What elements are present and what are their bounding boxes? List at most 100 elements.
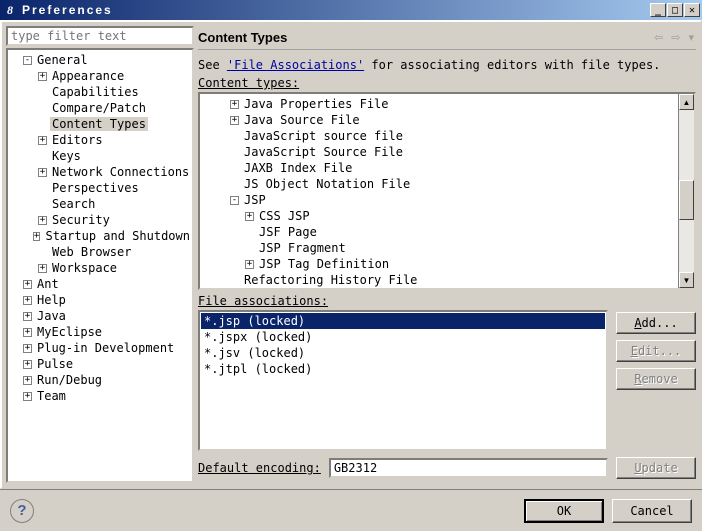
ok-button[interactable]: OK (524, 499, 604, 523)
tree-expander-icon[interactable]: + (23, 328, 32, 337)
tree-expander-icon[interactable]: + (38, 72, 47, 81)
tree-item[interactable]: Perspectives (8, 180, 192, 196)
tree-item[interactable]: +Run/Debug (8, 372, 192, 388)
tree-expander-icon[interactable]: + (23, 280, 32, 289)
content-types-tree[interactable]: +Java Properties File+Java Source FileJa… (198, 92, 696, 290)
desc-suffix: for associating editors with file types. (364, 58, 660, 72)
tree-expander-icon[interactable]: + (23, 360, 32, 369)
tree-item[interactable]: +Ant (8, 276, 192, 292)
tree-item[interactable]: +Security (8, 212, 192, 228)
tree-item[interactable]: JS Object Notation File (200, 176, 678, 192)
tree-item-label: JS Object Notation File (242, 177, 412, 191)
tree-expander-icon[interactable]: + (245, 260, 254, 269)
tree-item-label: JSP (242, 193, 268, 207)
help-icon[interactable]: ? (10, 499, 34, 523)
tree-item[interactable]: Capabilities (8, 84, 192, 100)
tree-item[interactable]: -JSP (200, 192, 678, 208)
tree-item[interactable]: +Appearance (8, 68, 192, 84)
tree-expander-icon[interactable]: + (23, 296, 32, 305)
tree-item[interactable]: +Workspace (8, 260, 192, 276)
cancel-button[interactable]: Cancel (612, 499, 692, 523)
scroll-track[interactable] (679, 110, 694, 272)
bottom-bar: ? OK Cancel (0, 489, 702, 531)
tree-item[interactable]: +JSP Tag Definition (200, 256, 678, 272)
scroll-up-icon[interactable]: ▲ (679, 94, 694, 110)
tree-item-label: Refactoring History File (242, 273, 419, 287)
preferences-tree[interactable]: -General+AppearanceCapabilitiesCompare/P… (6, 48, 194, 483)
tree-item-label: JSF Page (257, 225, 319, 239)
remove-button: Remove (616, 368, 696, 390)
tree-item[interactable]: JSF Page (200, 224, 678, 240)
tree-item[interactable]: JavaScript Source File (200, 144, 678, 160)
dropdown-icon[interactable]: ▾ (686, 29, 696, 46)
tree-item[interactable]: +Startup and Shutdown (8, 228, 192, 244)
tree-expander-icon[interactable]: + (23, 312, 32, 321)
file-association-item[interactable]: *.jsp (locked) (201, 313, 605, 329)
tree-item[interactable]: JSP Fragment (200, 240, 678, 256)
tree-item[interactable]: +Pulse (8, 356, 192, 372)
tree-item[interactable]: +Network Connections (8, 164, 192, 180)
add-button[interactable]: Add... (616, 312, 696, 334)
scroll-thumb[interactable] (679, 180, 694, 220)
tree-item[interactable]: +MyEclipse (8, 324, 192, 340)
tree-item-label: JSP Fragment (257, 241, 348, 255)
main-area: -General+AppearanceCapabilitiesCompare/P… (0, 20, 702, 489)
tree-item[interactable]: +Editors (8, 132, 192, 148)
file-associations-section: *.jsp (locked)*.jspx (locked)*.jsv (lock… (198, 310, 696, 451)
forward-icon[interactable]: ⇨ (669, 29, 682, 46)
minimize-button[interactable]: _ (650, 3, 666, 17)
tree-item[interactable]: +CSS JSP (200, 208, 678, 224)
file-associations-link[interactable]: 'File Associations' (227, 58, 364, 72)
close-button[interactable]: ✕ (684, 3, 700, 17)
tree-expander-icon[interactable]: + (23, 376, 32, 385)
tree-item[interactable]: Content Types (8, 116, 192, 132)
tree-item-label: Web Browser (50, 245, 133, 259)
file-association-item[interactable]: *.jspx (locked) (201, 329, 605, 345)
tree-item[interactable]: +Java Properties File (200, 96, 678, 112)
description-line: See 'File Associations' for associating … (198, 58, 696, 72)
tree-item-label: JavaScript Source File (242, 145, 405, 159)
tree-item-label: Java Source File (242, 113, 362, 127)
tree-item[interactable]: +Help (8, 292, 192, 308)
file-associations-list[interactable]: *.jsp (locked)*.jspx (locked)*.jsv (lock… (198, 310, 608, 451)
tree-expander-icon[interactable]: - (230, 196, 239, 205)
edit-button: Edit... (616, 340, 696, 362)
scroll-down-icon[interactable]: ▼ (679, 272, 694, 288)
tree-item-label: Ant (35, 277, 61, 291)
tree-item[interactable]: Web Browser (8, 244, 192, 260)
file-association-item[interactable]: *.jtpl (locked) (201, 361, 605, 377)
tree-expander-icon[interactable]: + (230, 116, 239, 125)
tree-item[interactable]: +Plug-in Development (8, 340, 192, 356)
tree-expander-icon[interactable]: - (23, 56, 32, 65)
tree-item-label: Plug-in Development (35, 341, 176, 355)
tree-item[interactable]: -General (8, 52, 192, 68)
tree-expander-icon[interactable]: + (23, 392, 32, 401)
maximize-button[interactable]: □ (667, 3, 683, 17)
file-association-item[interactable]: *.jsv (locked) (201, 345, 605, 361)
tree-expander-icon[interactable]: + (38, 136, 47, 145)
tree-item-label: General (35, 53, 90, 67)
tree-expander-icon[interactable]: + (38, 168, 47, 177)
tree-item[interactable]: Refactoring History File (200, 272, 678, 288)
tree-item[interactable]: JavaScript source file (200, 128, 678, 144)
tree-expander-icon[interactable]: + (230, 100, 239, 109)
tree-expander-icon[interactable]: + (245, 212, 254, 221)
tree-expander-icon[interactable]: + (38, 264, 47, 273)
tree-expander-icon[interactable]: + (23, 344, 32, 353)
tree-item[interactable]: Search (8, 196, 192, 212)
tree-item[interactable]: +Team (8, 388, 192, 404)
left-pane: -General+AppearanceCapabilitiesCompare/P… (6, 26, 194, 483)
tree-item[interactable]: +Java (8, 308, 192, 324)
tree-item[interactable]: JAXB Index File (200, 160, 678, 176)
tree-item[interactable]: +Java Source File (200, 112, 678, 128)
tree-item[interactable]: Keys (8, 148, 192, 164)
tree-expander-icon[interactable]: + (38, 216, 47, 225)
scrollbar-vertical[interactable]: ▲ ▼ (678, 94, 694, 288)
back-icon[interactable]: ⇦ (652, 29, 665, 46)
tree-expander-icon[interactable]: + (33, 232, 41, 241)
page-heading: Content Types (198, 30, 652, 45)
encoding-input[interactable] (329, 458, 608, 478)
tree-item[interactable]: Compare/Patch (8, 100, 192, 116)
titlebar: 8 Preferences _ □ ✕ (0, 0, 702, 20)
filter-input[interactable] (6, 26, 194, 46)
